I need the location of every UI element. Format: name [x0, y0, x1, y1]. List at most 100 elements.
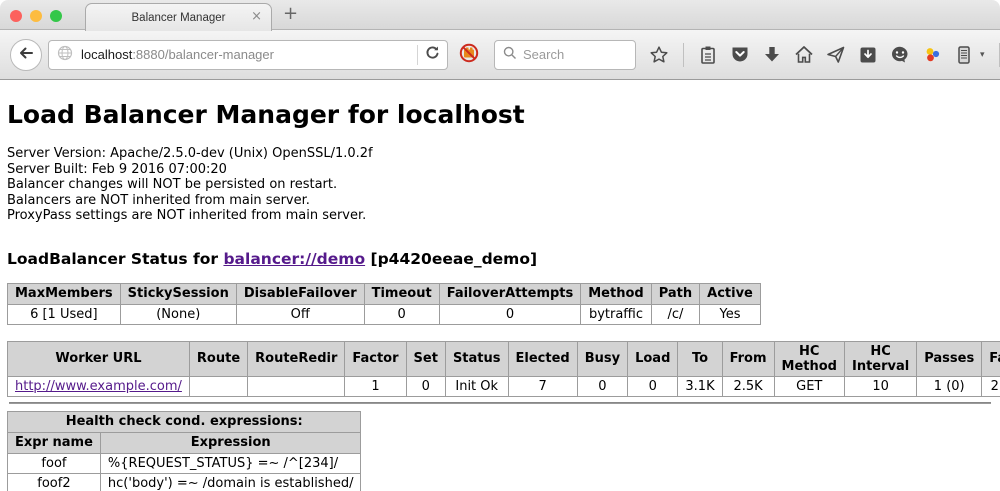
navigation-toolbar: localhost:8880/balancer-manager	[0, 30, 1000, 80]
chat-smiley-icon[interactable]	[890, 45, 910, 65]
url-bar[interactable]: localhost:8880/balancer-manager	[48, 40, 448, 70]
cell-failoverattempts: 0	[439, 304, 581, 324]
balancer-demo-link[interactable]: balancer://demo	[223, 250, 365, 268]
cell-elected: 7	[508, 376, 577, 396]
search-bar[interactable]	[494, 40, 636, 70]
titlebar: Balancer Manager × +	[0, 0, 1000, 30]
table-header-row: Worker URL Route RouteRedir Factor Set S…	[8, 341, 1000, 376]
cell-to: 3.1K	[678, 376, 722, 396]
container-icon[interactable]	[954, 45, 974, 65]
col-active: Active	[700, 283, 761, 304]
urlbar-divider	[417, 45, 418, 65]
new-tab-button[interactable]: +	[283, 3, 298, 24]
cell-expression: hc('body') =~ /domain is established/	[100, 473, 361, 491]
cell-busy: 0	[577, 376, 627, 396]
cell-fails: 2 (0)	[982, 376, 1000, 396]
worker-url-link[interactable]: http://www.example.com/	[15, 379, 182, 394]
server-version-line: Server Version: Apache/2.5.0-dev (Unix) …	[7, 146, 993, 162]
close-window-button[interactable]	[10, 10, 22, 22]
cell-active: Yes	[700, 304, 761, 324]
balancers-notice-line: Balancers are NOT inherited from main se…	[7, 193, 993, 209]
col-elected: Elected	[508, 341, 577, 376]
server-built-line: Server Built: Feb 9 2016 07:00:20	[7, 162, 993, 178]
cell-expression: %{REQUEST_STATUS} =~ /^[234]/	[100, 453, 361, 473]
save-to-device-icon[interactable]	[858, 45, 878, 65]
col-maxmembers: MaxMembers	[8, 283, 121, 304]
bookmark-star-icon[interactable]	[649, 45, 669, 65]
col-routeredir: RouteRedir	[248, 341, 345, 376]
col-expr-name: Expr name	[8, 432, 101, 453]
cell-worker-url: http://www.example.com/	[8, 376, 190, 396]
cell-hc-interval: 10	[844, 376, 916, 396]
browser-window: Balancer Manager × + localhost:8880/bala…	[0, 0, 1000, 491]
col-busy: Busy	[577, 341, 627, 376]
toolbar-divider	[999, 43, 1000, 67]
home-icon[interactable]	[794, 45, 814, 65]
col-to: To	[678, 341, 722, 376]
health-table-title: Health check cond. expressions:	[8, 411, 361, 432]
send-tab-icon[interactable]	[826, 45, 846, 65]
globe-icon	[57, 45, 73, 65]
cell-expr-name: foof	[8, 453, 101, 473]
url-path: :8880/balancer-manager	[132, 47, 274, 62]
tab-balancer-manager[interactable]: Balancer Manager ×	[85, 3, 272, 31]
horizontal-rule	[9, 402, 991, 404]
pocket-icon[interactable]	[730, 45, 750, 65]
cell-load: 0	[628, 376, 678, 396]
cell-path: /c/	[651, 304, 699, 324]
col-load: Load	[628, 341, 678, 376]
downloads-icon[interactable]	[762, 45, 782, 65]
cell-maxmembers: 6 [1 Used]	[8, 304, 121, 324]
chevron-down-icon[interactable]: ▾	[980, 50, 985, 60]
cell-route	[189, 376, 247, 396]
col-worker-url: Worker URL	[8, 341, 190, 376]
col-route: Route	[189, 341, 247, 376]
maximize-window-button[interactable]	[50, 10, 62, 22]
loadbalancer-status-heading: LoadBalancer Status for balancer://demo …	[7, 250, 993, 268]
col-set: Set	[406, 341, 445, 376]
balancer-settings-table: MaxMembers StickySession DisableFailover…	[7, 283, 761, 325]
extension-dots-icon[interactable]	[922, 45, 942, 65]
col-fails: Fails	[982, 341, 1000, 376]
table-row: 6 [1 Used] (None) Off 0 0 bytraffic /c/ …	[8, 304, 761, 324]
url-text[interactable]: localhost:8880/balancer-manager	[81, 47, 411, 62]
table-row: foof2 hc('body') =~ /domain is establish…	[8, 473, 361, 491]
tab-close-icon[interactable]: ×	[251, 9, 262, 24]
col-path: Path	[651, 283, 699, 304]
url-host: localhost	[81, 47, 132, 62]
toolbar-icons: ▾	[649, 43, 1000, 67]
minimize-window-button[interactable]	[30, 10, 42, 22]
reload-icon[interactable]	[424, 44, 441, 65]
search-icon	[503, 45, 517, 64]
col-expression: Expression	[100, 432, 361, 453]
cell-from: 2.5K	[722, 376, 774, 396]
cell-disablefailover: Off	[236, 304, 364, 324]
search-input[interactable]	[523, 47, 623, 62]
cell-method: bytraffic	[581, 304, 651, 324]
worker-table: Worker URL Route RouteRedir Factor Set S…	[7, 341, 1000, 397]
cell-hc-method: GET	[774, 376, 844, 396]
plugin-blocked-icon[interactable]	[458, 42, 480, 68]
col-method: Method	[581, 283, 651, 304]
col-factor: Factor	[345, 341, 406, 376]
back-button[interactable]	[10, 39, 42, 71]
cell-set: 0	[406, 376, 445, 396]
col-disablefailover: DisableFailover	[236, 283, 364, 304]
cell-expr-name: foof2	[8, 473, 101, 491]
col-status: Status	[445, 341, 508, 376]
table-row: http://www.example.com/ 1 0 Init Ok 7 0 …	[8, 376, 1000, 396]
table-title-row: Health check cond. expressions:	[8, 411, 361, 432]
clipboard-icon[interactable]	[698, 45, 718, 65]
cell-routeredir	[248, 376, 345, 396]
col-stickysession: StickySession	[120, 283, 236, 304]
page-content: Load Balancer Manager for localhost Serv…	[0, 80, 1000, 490]
status-heading-suffix: [p4420eeae_demo]	[371, 250, 538, 268]
col-timeout: Timeout	[364, 283, 439, 304]
persist-notice-line: Balancer changes will NOT be persisted o…	[7, 177, 993, 193]
cell-passes: 1 (0)	[917, 376, 982, 396]
status-heading-prefix: LoadBalancer Status for	[7, 250, 218, 268]
cell-status: Init Ok	[445, 376, 508, 396]
col-hc-method: HC Method	[774, 341, 844, 376]
col-passes: Passes	[917, 341, 982, 376]
page-title: Load Balancer Manager for localhost	[7, 80, 993, 129]
